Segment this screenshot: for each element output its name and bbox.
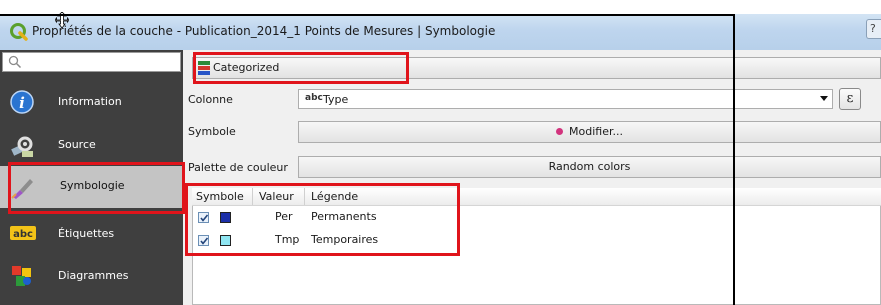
modify-label: Modifier... [569,125,623,138]
sidebar-search-input[interactable] [2,52,181,72]
color-ramp-value: Random colors [548,160,631,173]
expression-button[interactable]: ε [839,88,861,110]
class-value: Tmp [275,233,300,246]
window-title-bar: Propriétés de la couche - Publication_20… [0,14,881,50]
column-divider [252,188,253,205]
categorized-icon [198,61,210,75]
class-visibility-checkbox[interactable] [198,235,209,246]
search-icon [8,55,22,69]
checkmark-icon [200,237,209,245]
column-header-legend[interactable]: Légende [311,190,358,203]
overlay-border-right [733,14,735,305]
window-title: Propriétés de la couche - Publication_20… [32,24,496,38]
svg-text:i: i [19,94,25,112]
info-icon: i [10,90,34,114]
column-label: Colonne [188,93,233,106]
sidebar-item-symbology[interactable]: Symbologie [0,166,183,208]
diagrams-icon [10,264,34,288]
renderer-type-dropdown[interactable]: Categorized [192,57,881,79]
string-type-badge: abc [305,93,323,103]
checkmark-icon [200,214,209,222]
class-legend: Temporaires [311,233,379,246]
source-icon [10,133,34,157]
symbol-label: Symbole [188,125,236,138]
sidebar-item-label: Symbologie [60,179,125,192]
symbology-brush-icon [10,175,34,199]
sidebar-item-label: Information [58,95,122,108]
table-row[interactable]: Tmp Temporaires [192,230,492,250]
color-ramp-label: Palette de couleur [188,161,288,174]
column-header-value[interactable]: Valeur [259,190,294,203]
column-divider [304,188,305,205]
sidebar-item-label: Source [58,138,96,151]
symbol-preview-dot [556,128,564,135]
renderer-type-label: Categorized [213,61,280,74]
sidebar-item-source[interactable]: Source [0,125,183,165]
sidebar-item-label: Diagrammes [58,269,129,282]
sidebar-item-information[interactable]: i Information [0,82,183,122]
sidebar-item-diagrams[interactable]: Diagrammes [0,256,183,296]
modify-symbol-button[interactable]: Modifier... [298,121,881,143]
svg-text:abc: abc [13,229,33,240]
class-color-swatch[interactable] [220,212,231,223]
sidebar-item-label: Étiquettes [58,227,115,240]
color-ramp-select[interactable]: Random colors [298,156,881,178]
title-bar-button[interactable]: ? [866,19,881,39]
overlay-border-top [0,14,735,16]
class-color-swatch[interactable] [220,235,231,246]
labels-abc-icon: abc [10,226,38,242]
table-row[interactable]: Per Permanents [192,207,492,227]
class-visibility-checkbox[interactable] [198,212,209,223]
dropdown-arrow-icon [820,96,828,101]
classes-table-header: Symbole Valeur Légende [192,188,881,206]
column-header-symbol[interactable]: Symbole [196,190,244,203]
class-value: Per [275,210,293,223]
qgis-logo-icon [10,23,28,41]
sidebar-item-labels[interactable]: abc Étiquettes [0,214,183,254]
column-select[interactable]: abc Type [298,89,833,109]
column-value: Type [323,93,349,106]
class-legend: Permanents [311,210,377,223]
